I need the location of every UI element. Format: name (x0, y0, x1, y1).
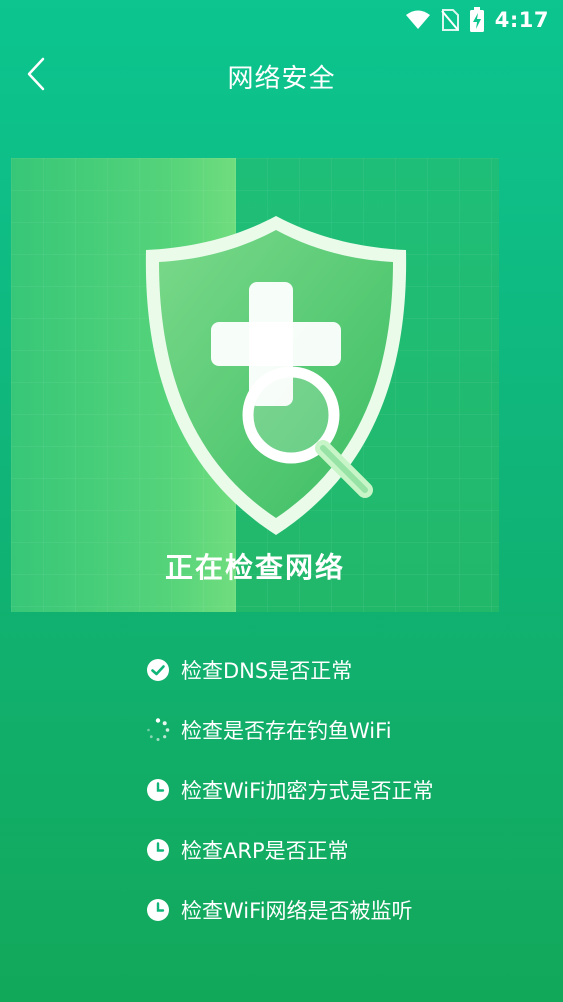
check-item-label: 检查ARP是否正常 (181, 839, 349, 863)
list-item: 检查ARP是否正常 (145, 820, 434, 880)
check-item-label: 检查WiFi网络是否被监听 (181, 899, 413, 923)
wifi-icon (405, 10, 431, 30)
status-bar: 4:17 (0, 0, 563, 40)
check-circle-icon (145, 657, 171, 683)
no-sim-icon (441, 9, 459, 31)
back-button[interactable] (18, 54, 54, 94)
clock-icon (145, 897, 171, 923)
status-time: 4:17 (494, 8, 549, 32)
check-list: 检查DNS是否正常 检查是否存在钓鱼WiFi 检查WiFi加密方式是否正常 检查… (145, 640, 434, 940)
scan-status-label: 正在检查网络 (164, 551, 345, 584)
page-title: 网络安全 (227, 63, 336, 94)
loading-spinner-icon (145, 717, 171, 743)
shield-search-icon (145, 216, 407, 535)
clock-icon (145, 777, 171, 803)
scan-hero-panel: 正在检查网络 (11, 158, 499, 612)
list-item: 检查DNS是否正常 (145, 640, 434, 700)
back-chevron-icon (27, 57, 45, 91)
list-item: 检查是否存在钓鱼WiFi (145, 700, 434, 760)
clock-icon (145, 837, 171, 863)
list-item: 检查WiFi加密方式是否正常 (145, 760, 434, 820)
app-header: 网络安全 (0, 44, 563, 108)
list-item: 检查WiFi网络是否被监听 (145, 880, 434, 940)
check-item-label: 检查DNS是否正常 (181, 659, 353, 683)
check-item-label: 检查是否存在钓鱼WiFi (181, 719, 392, 743)
check-item-label: 检查WiFi加密方式是否正常 (181, 779, 434, 803)
battery-charging-icon (469, 7, 485, 33)
